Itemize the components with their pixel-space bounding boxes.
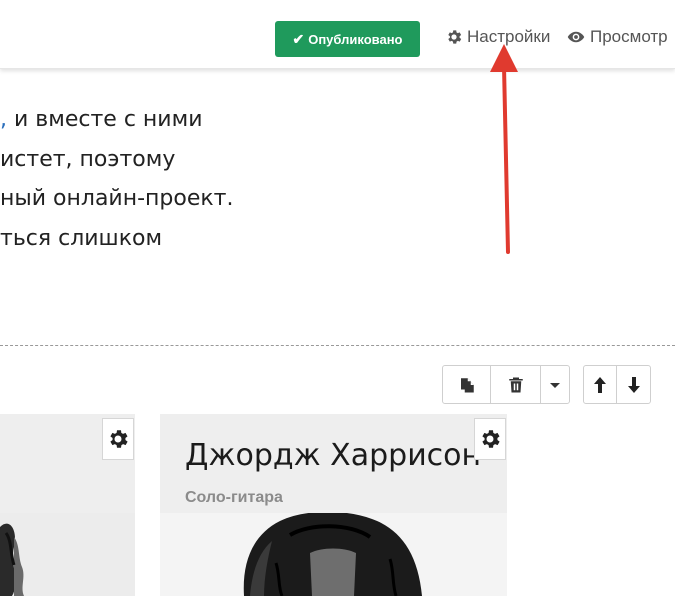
block-actions-group [442,365,570,404]
content-text: , и вместе с ними истет, поэтому ный онл… [0,100,675,258]
move-up-button[interactable] [584,366,617,403]
text-line: , и вместе с ними [0,100,675,140]
arrow-up-icon [594,376,606,393]
text-line: истет, поэтому [0,146,176,172]
trash-icon [508,377,523,392]
check-icon: ✔ [292,30,305,47]
member-role: Соло-гитара [185,489,283,506]
preview-link[interactable]: Просмотр [566,25,668,49]
move-actions-group [583,365,651,404]
section-divider [0,345,675,346]
eye-icon [567,31,585,43]
member-name: Джордж Харрисон [185,438,482,473]
settings-link[interactable]: Настройки [445,25,550,49]
gear-icon [448,30,462,44]
member-card [0,414,135,596]
member-photo [0,513,135,596]
arrow-down-icon [627,376,640,393]
member-card: Джордж Харрисон Соло-гитара [160,414,507,596]
settings-label: Настройки [467,27,551,46]
gear-icon [482,430,500,448]
text-line: ться слишком [0,225,163,251]
member-photo [160,513,507,596]
copy-icon [460,377,474,392]
card-settings-button[interactable] [474,418,506,460]
text-line: ный онлайн-проект. [0,186,234,211]
gear-icon [110,430,128,448]
preview-label: Просмотр [590,27,668,46]
more-dropdown-button[interactable] [541,366,569,403]
text-link[interactable]: , [0,107,7,132]
published-button[interactable]: ✔ Опубликовано [275,21,420,57]
move-down-button[interactable] [617,366,650,403]
caret-down-icon [550,382,560,388]
published-label: Опубликовано [308,31,403,47]
card-settings-button[interactable] [102,418,134,460]
text-line-content: и вместе с ними [7,107,203,132]
delete-button[interactable] [491,366,541,403]
top-toolbar: ✔ Опубликовано Настройки Просмотр [0,0,675,69]
copy-button[interactable] [443,366,491,403]
